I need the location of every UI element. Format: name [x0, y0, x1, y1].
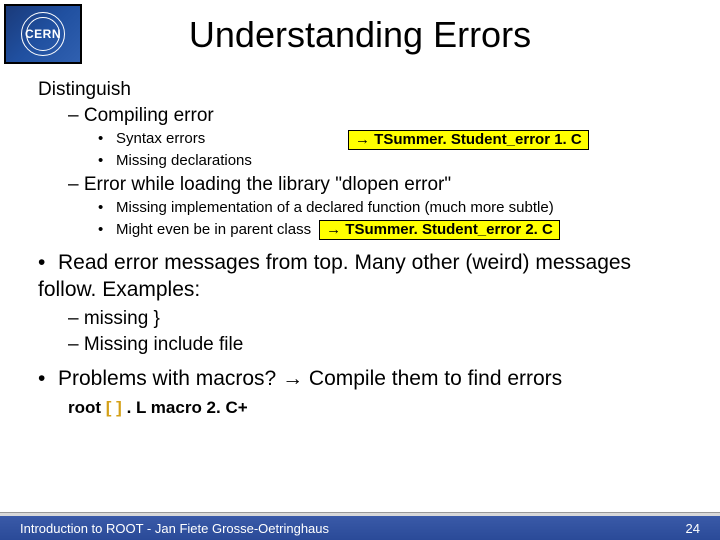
- item-syntax-errors-row: •Syntax errors → TSummer. Student_error …: [98, 130, 692, 151]
- item-problems-macros: •Problems with macros? → Compile them to…: [38, 366, 692, 392]
- slide-content: Distinguish Compiling error •Syntax erro…: [0, 78, 720, 418]
- heading-distinguish: Distinguish: [38, 78, 692, 102]
- item-read-error-messages: •Read error messages from top. Many othe…: [38, 250, 692, 303]
- item-syntax-errors: Syntax errors: [116, 130, 205, 147]
- footer-bar: Introduction to ROOT - Jan Fiete Grosse-…: [0, 516, 720, 540]
- item-missing-brace: missing }: [68, 307, 692, 331]
- item-missing-declarations: •Missing declarations: [98, 152, 692, 171]
- code-command: root [ ] . L macro 2. C+: [68, 397, 692, 418]
- item-compiling-error: Compiling error: [68, 104, 692, 128]
- item-dlopen-error: Error while loading the library "dlopen …: [68, 173, 692, 197]
- item-parent-class-row: •Might even be in parent class → TSummer…: [98, 220, 692, 241]
- code-root: root: [68, 398, 106, 417]
- code-macro: . L macro 2. C+: [127, 398, 248, 417]
- cern-logo: CERN: [4, 4, 82, 64]
- footer-page-number: 24: [686, 521, 700, 536]
- item-missing-implementation: •Missing implementation of a declared fu…: [98, 199, 692, 218]
- logo-text: CERN: [25, 27, 61, 41]
- item-missing-include: Missing include file: [68, 333, 692, 357]
- item-parent-class: Might even be in parent class: [116, 221, 311, 240]
- highlight-error1: → TSummer. Student_error 1. C: [348, 130, 589, 151]
- highlight-error2: → TSummer. Student_error 2. C: [319, 220, 560, 241]
- code-brackets: [ ]: [106, 398, 127, 417]
- footer-left: Introduction to ROOT - Jan Fiete Grosse-…: [20, 521, 329, 536]
- slide-title: Understanding Errors: [0, 0, 720, 74]
